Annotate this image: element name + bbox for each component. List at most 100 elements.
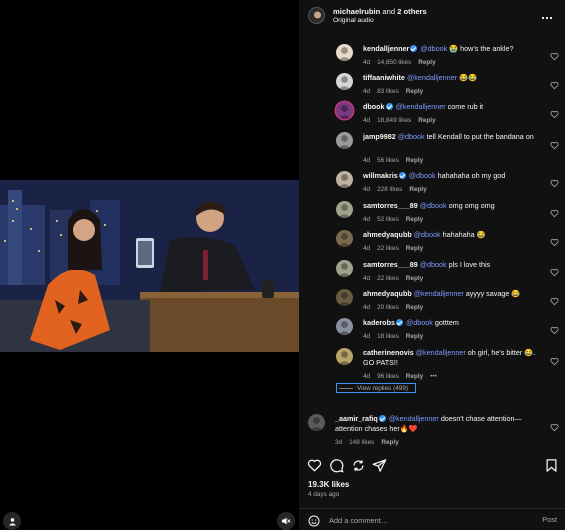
heart-icon (550, 357, 559, 366)
comment-likes[interactable]: 228 likes (377, 186, 402, 193)
more-options-button[interactable] (541, 9, 553, 20)
comment-mention[interactable]: @dbook (420, 201, 447, 210)
post-comment-button[interactable]: Post (542, 515, 557, 524)
commenter-avatar[interactable] (308, 414, 325, 431)
comment-mention[interactable]: @kendalljenner (416, 348, 466, 357)
comment-mention[interactable]: @kendalljenner (414, 289, 464, 298)
commenter-avatar[interactable] (336, 230, 353, 247)
comment-input[interactable] (329, 514, 519, 527)
mute-button[interactable] (277, 512, 295, 530)
comment-likes[interactable]: 22 likes (377, 245, 399, 252)
tag-people-button[interactable] (3, 512, 21, 530)
comment-username[interactable]: ahmedyaqubb (363, 289, 412, 298)
comment-likes[interactable]: 83 likes (377, 88, 399, 95)
reply-button[interactable]: Reply (406, 304, 423, 311)
share-button[interactable] (372, 458, 387, 473)
commenter-avatar[interactable] (336, 318, 353, 335)
commenter-avatar[interactable] (336, 102, 353, 119)
commenter-avatar[interactable] (336, 73, 353, 90)
comment-more-button[interactable]: ••• (430, 373, 437, 380)
reply-button[interactable]: Reply (406, 245, 423, 252)
comment-like-button[interactable] (550, 77, 559, 90)
comment-likes[interactable]: 56 likes (377, 157, 399, 164)
post-timestamp[interactable]: 4 days ago (308, 491, 339, 498)
likes-count[interactable]: 19.3K likes (308, 480, 349, 489)
emoji-button[interactable] (308, 514, 320, 527)
video-frame[interactable] (0, 180, 299, 352)
comment-mention[interactable]: @dbook (420, 260, 447, 269)
comment-meta: 4d 83 likes Reply (363, 88, 430, 95)
comment-mention[interactable]: @dbook (406, 318, 433, 327)
comment-item: _aamir_rafiq @kendalljenner doesn't chas… (299, 414, 565, 448)
comment-like-button[interactable] (550, 234, 559, 247)
reply-button[interactable]: Reply (418, 117, 435, 124)
comment-mention[interactable]: @kendalljenner (396, 102, 446, 111)
comment-like-button[interactable] (550, 293, 559, 306)
comment-username[interactable]: willmakris (363, 171, 398, 180)
comment-likes[interactable]: 14,850 likes (377, 59, 411, 66)
commenter-avatar[interactable] (336, 171, 353, 188)
comment-meta: 4d 228 likes Reply (363, 186, 434, 193)
comment-likes[interactable]: 96 likes (377, 373, 399, 380)
comment-likes[interactable]: 148 likes (349, 439, 374, 446)
reply-button[interactable]: Reply (406, 373, 423, 380)
comment-mention[interactable]: @kendalljenner (389, 414, 439, 423)
others-link[interactable]: 2 others (397, 7, 427, 16)
reply-button[interactable]: Reply (418, 59, 435, 66)
reply-button[interactable]: Reply (406, 333, 423, 340)
commenter-avatar[interactable] (336, 44, 353, 61)
comment-username[interactable]: tiffaaniwhite (363, 73, 405, 82)
audio-label[interactable]: Original audio (333, 17, 374, 24)
comment-mention[interactable]: @kendalljenner (407, 73, 457, 82)
commenter-avatar[interactable] (336, 348, 353, 365)
commenter-avatar[interactable] (336, 260, 353, 277)
comment-likes[interactable]: 22 likes (377, 275, 399, 282)
reply-button[interactable]: Reply (406, 157, 423, 164)
comment-like-button[interactable] (550, 106, 559, 119)
reply-button[interactable]: Reply (381, 439, 398, 446)
comment-likes[interactable]: 18 likes (377, 333, 399, 340)
comment-username[interactable]: jamp9982 (363, 132, 396, 141)
comment-mention[interactable]: @dbook (409, 171, 436, 180)
comment-username[interactable]: samtorres___89 (363, 260, 418, 269)
save-button[interactable] (544, 458, 559, 473)
comment-age: 4d (363, 333, 371, 340)
comment-like-button[interactable] (550, 48, 559, 61)
commenter-avatar[interactable] (336, 289, 353, 306)
comment-mention[interactable]: @dbook (398, 132, 425, 141)
comment-likes[interactable]: 18,849 likes (377, 117, 411, 124)
comment-like-button[interactable] (550, 175, 559, 188)
view-replies-button[interactable]: View replies (499) (336, 383, 416, 393)
comment-like-button[interactable] (550, 322, 559, 335)
comment-username[interactable]: _aamir_rafiq (335, 414, 378, 423)
commenter-avatar[interactable] (336, 132, 353, 149)
comment-username[interactable]: dbook (363, 102, 385, 111)
comment-mention[interactable]: @dbook (414, 230, 441, 239)
heart-icon (550, 238, 559, 247)
comment-like-button[interactable] (550, 353, 559, 366)
comment-button[interactable] (329, 458, 344, 473)
comment-like-button[interactable] (550, 419, 559, 432)
reply-button[interactable]: Reply (406, 275, 423, 282)
verified-badge-icon (378, 415, 386, 422)
comment-likes[interactable]: 20 likes (377, 304, 399, 311)
author-avatar[interactable] (308, 7, 325, 24)
comment-username[interactable]: ahmedyaqubb (363, 230, 412, 239)
reply-button[interactable]: Reply (406, 88, 423, 95)
comment-mention[interactable]: @dbook (420, 44, 447, 53)
reply-button[interactable]: Reply (409, 186, 426, 193)
comment-item: kendalljenner @dbook 😭 how's the ankle? 4… (299, 44, 565, 70)
comment-likes[interactable]: 52 likes (377, 216, 399, 223)
comment-username[interactable]: kendalljenner (363, 44, 409, 53)
comment-like-button[interactable] (550, 137, 559, 150)
comment-username[interactable]: samtorres___89 (363, 201, 418, 210)
commenter-avatar[interactable] (336, 201, 353, 218)
author-username[interactable]: michaelrubin (333, 7, 380, 16)
comment-username[interactable]: kaderobs (363, 318, 395, 327)
repost-button[interactable] (351, 458, 366, 473)
comment-username[interactable]: catherinenovis (363, 348, 414, 357)
reply-button[interactable]: Reply (406, 216, 423, 223)
comment-like-button[interactable] (550, 205, 559, 218)
like-button[interactable] (307, 458, 322, 473)
comment-like-button[interactable] (550, 264, 559, 277)
